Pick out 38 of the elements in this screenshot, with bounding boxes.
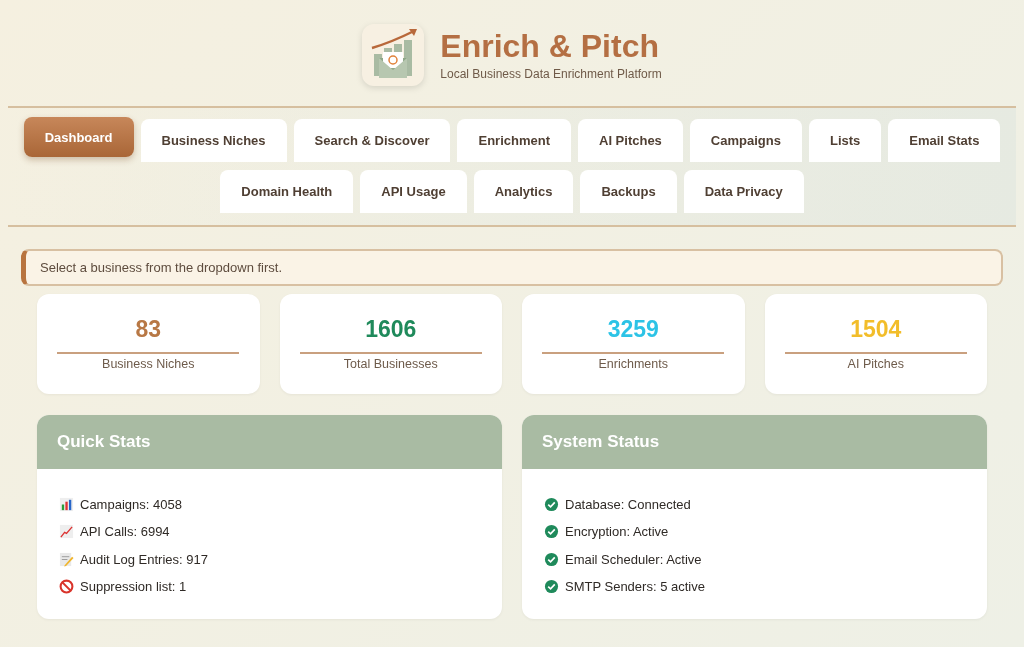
- panel-header: Quick Stats: [37, 415, 502, 469]
- nav-tab[interactable]: Lists: [808, 119, 882, 162]
- panel-header: System Status: [522, 415, 987, 469]
- nav-tab[interactable]: Business Niches: [140, 119, 287, 162]
- nav-tab[interactable]: Search & Discover: [293, 119, 451, 162]
- nav-tab[interactable]: Email Stats: [888, 119, 1001, 162]
- stat-value: 1504: [850, 316, 902, 343]
- alert-message: Select a business from the dropdown first.: [21, 249, 1003, 286]
- stat-value: 3259: [607, 316, 659, 343]
- line-chart-icon: [59, 524, 74, 540]
- status-line: Email Scheduler: Active: [565, 551, 702, 567]
- nav-tab[interactable]: Analytics: [473, 170, 574, 213]
- app-subtitle: Local Business Data Enrichment Platform: [440, 66, 662, 81]
- stat-label: Total Businesses: [343, 357, 438, 371]
- nav-tab[interactable]: Backups: [580, 170, 677, 213]
- stat-value: 1606: [365, 316, 417, 343]
- nav-tab[interactable]: AI Pitches: [578, 119, 683, 162]
- nav-tab[interactable]: Dashboard: [23, 117, 134, 157]
- stat-line: Audit Log Entries: 917: [80, 551, 208, 567]
- prohibited-icon: [59, 579, 74, 595]
- nav-tab[interactable]: Domain Health: [220, 170, 354, 213]
- app-title: Enrich & Pitch: [440, 29, 660, 65]
- stat-label: Enrichments: [598, 357, 668, 371]
- status-line: Database: Connected: [565, 497, 691, 513]
- stat-line: Suppression list: 1: [80, 579, 187, 595]
- stat-line: API Calls: 6994: [80, 524, 170, 540]
- nav-tab[interactable]: Data Privacy: [683, 170, 804, 213]
- stat-label: Business Niches: [102, 357, 195, 371]
- stat-line: Campaigns: 4058: [80, 497, 182, 513]
- nav-tab[interactable]: API Usage: [360, 170, 467, 213]
- status-line: Encryption: Active: [565, 524, 669, 540]
- bar-chart-icon: [59, 497, 74, 513]
- nav-tab[interactable]: Enrichment: [457, 119, 571, 162]
- memo-pencil-icon: [59, 551, 74, 567]
- stat-value: 83: [135, 316, 162, 343]
- stat-label: AI Pitches: [847, 357, 904, 371]
- status-line: SMTP Senders: 5 active: [565, 579, 705, 595]
- nav-tab[interactable]: Campaigns: [689, 119, 802, 162]
